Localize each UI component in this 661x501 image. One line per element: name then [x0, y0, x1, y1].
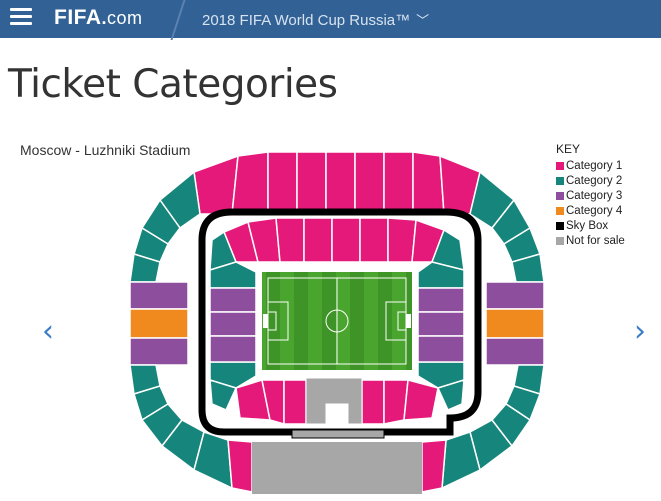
lower-tier-west[interactable]	[209, 287, 257, 363]
goal-west	[263, 314, 268, 328]
lower-tier-north[interactable]	[223, 217, 445, 263]
not-for-sale-south	[252, 442, 422, 494]
upper-tier-east[interactable]	[485, 281, 545, 366]
upper-tier-west[interactable]	[129, 281, 189, 366]
lower-tier-east[interactable]	[417, 287, 465, 363]
stadium-seating-map[interactable]	[0, 0, 661, 501]
upper-tier-north[interactable]	[193, 151, 481, 215]
goal-east	[406, 314, 411, 328]
sky-box-grey-strip	[291, 429, 385, 439]
